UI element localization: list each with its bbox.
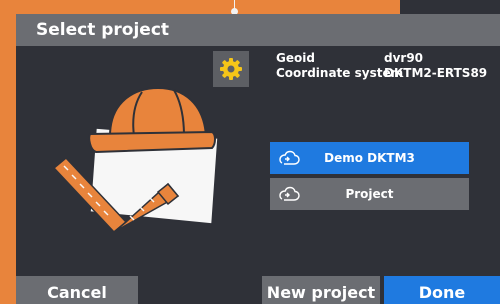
background-panel bbox=[400, 0, 500, 14]
geoid-label: Geoid bbox=[276, 51, 315, 65]
geoid-value: dvr90 bbox=[384, 51, 424, 65]
project-label: Demo DKTM3 bbox=[324, 151, 415, 165]
gear-icon bbox=[220, 58, 242, 80]
select-project-dialog: Select project Geoid dvr90 Coordinate sy… bbox=[16, 14, 500, 304]
dialog-titlebar: Select project bbox=[16, 14, 500, 46]
done-label: Done bbox=[418, 283, 466, 302]
settings-button[interactable] bbox=[213, 51, 249, 87]
hard-hat-brim bbox=[88, 130, 216, 154]
dialog-title: Select project bbox=[36, 20, 170, 40]
project-illustration bbox=[52, 86, 219, 234]
cancel-button[interactable]: Cancel bbox=[16, 276, 138, 304]
hard-hat-dome bbox=[108, 86, 208, 137]
done-button[interactable]: Done bbox=[384, 276, 500, 304]
project-item-project[interactable]: Project bbox=[270, 178, 469, 210]
cancel-label: Cancel bbox=[47, 283, 107, 302]
project-item-demo-dktm3[interactable]: Demo DKTM3 bbox=[270, 142, 469, 174]
project-label: Project bbox=[345, 187, 394, 201]
new-project-button[interactable]: New project bbox=[262, 276, 380, 304]
new-project-label: New project bbox=[266, 283, 376, 302]
coordinate-system-value: DKTM2-ERTS89 bbox=[384, 66, 488, 80]
